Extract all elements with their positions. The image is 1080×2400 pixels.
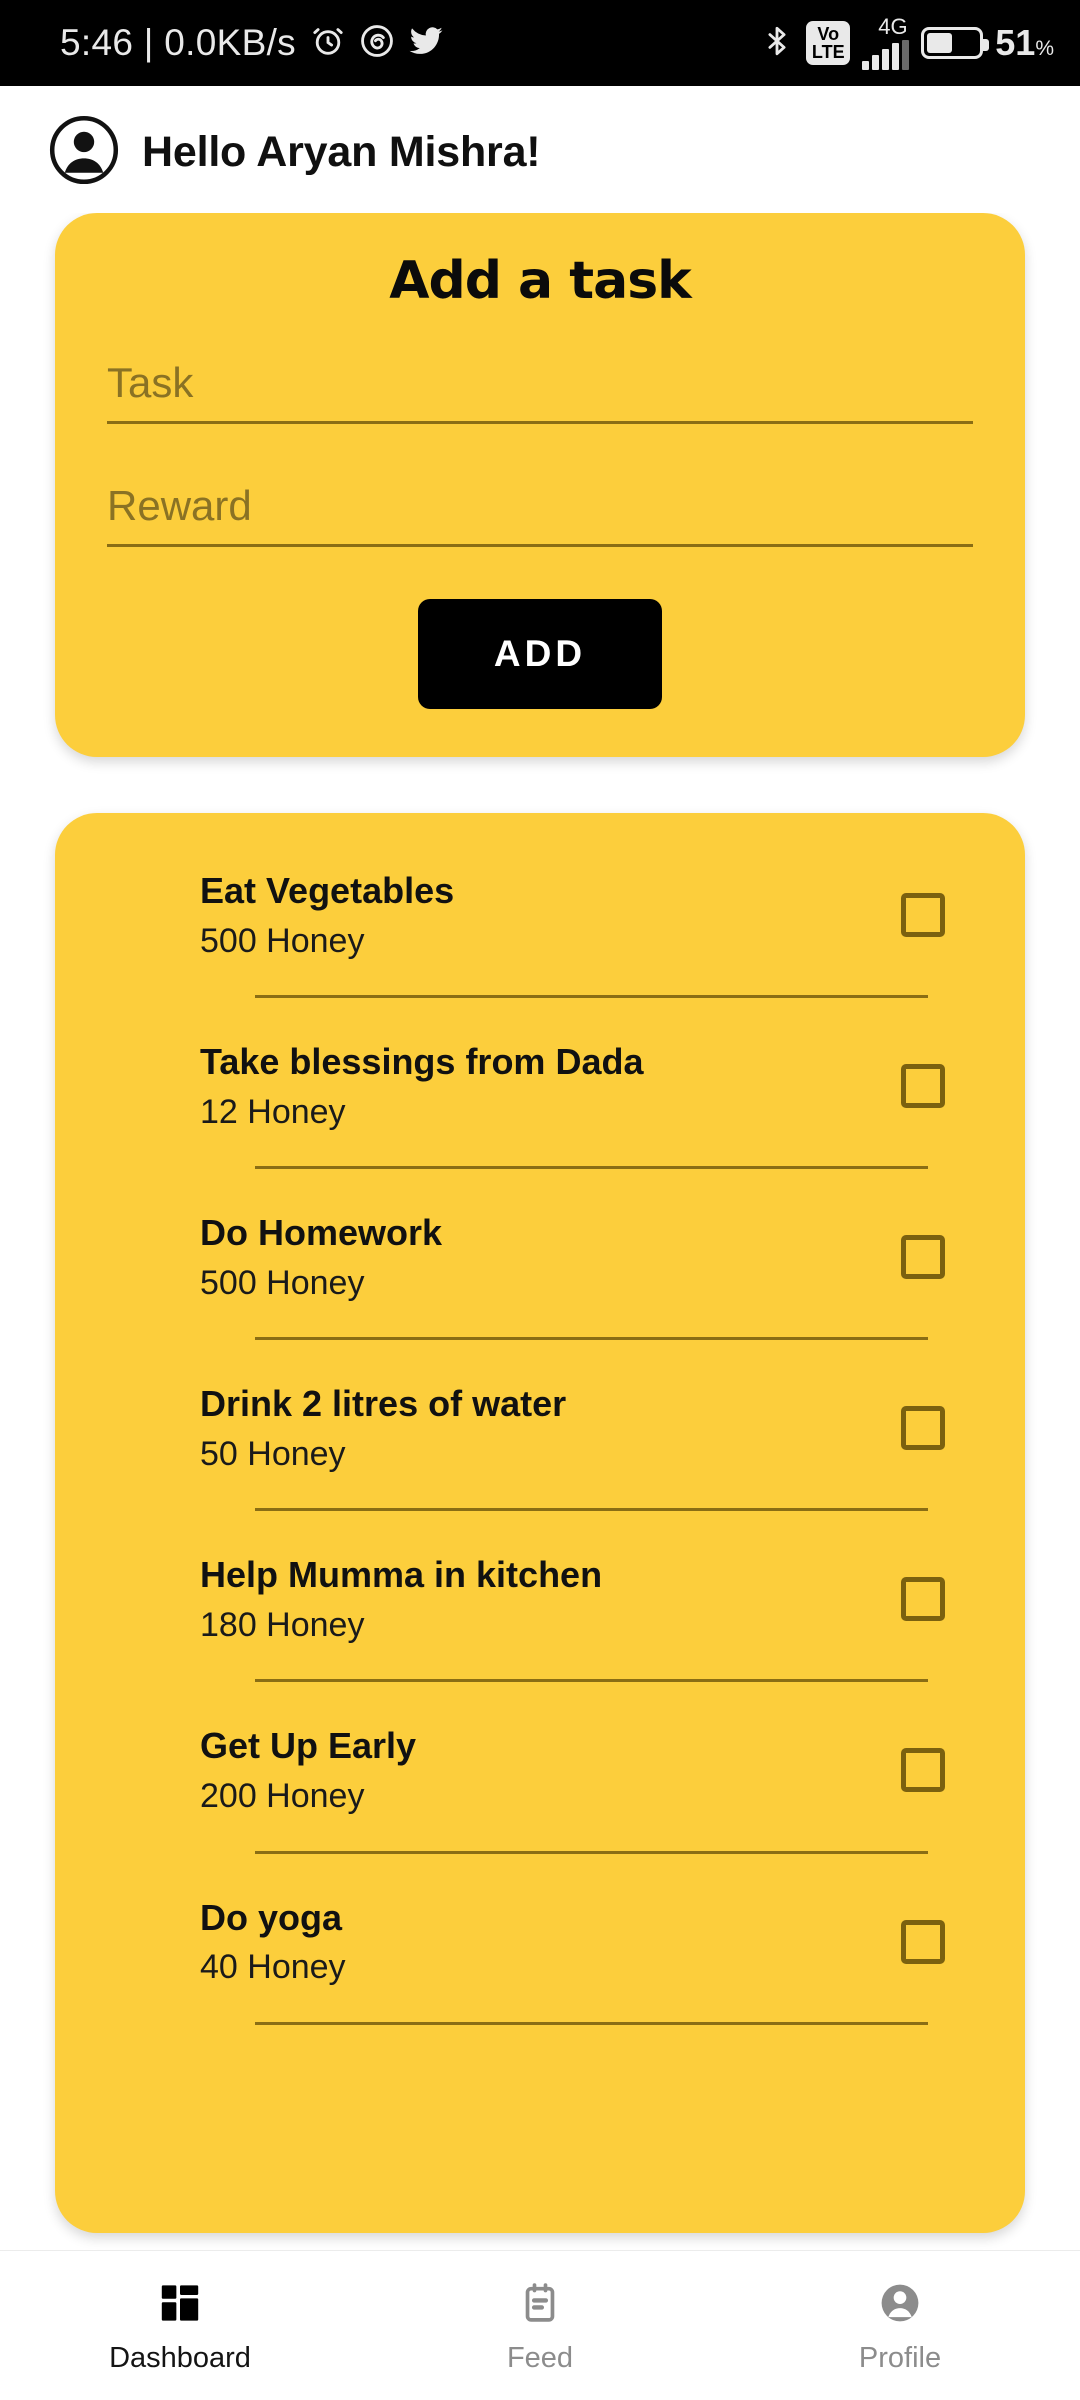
task-row[interactable]: Do Homework 500 Honey — [55, 1209, 1025, 1305]
battery-percent: 51% — [995, 22, 1054, 63]
task-divider — [255, 1508, 928, 1512]
task-checkbox[interactable] — [901, 893, 945, 937]
account-circle-icon[interactable] — [48, 114, 120, 191]
task-field-wrapper — [107, 353, 973, 424]
task-title: Do yoga — [200, 1896, 343, 1938]
task-texts: Get Up Early 200 Honey — [200, 1722, 416, 1818]
volte-badge: Vo LTE — [806, 21, 851, 65]
task-list-card: Eat Vegetables 500 Honey Take blessings fr… — [55, 813, 1025, 2233]
task-divider — [255, 1850, 928, 1854]
alarm-clock-icon — [310, 23, 346, 64]
task-texts: Drink 2 litres of water 50 Honey — [200, 1380, 566, 1476]
task-reward: 40 Honey — [200, 1948, 346, 1987]
add-task-card: Add a task ADD — [55, 213, 1025, 757]
nav-label: Dashboard — [109, 2341, 251, 2374]
app-root: 5:46 | 0.0KB/s Vo LTE 4G 51% Hello Aryan… — [0, 0, 1080, 2400]
task-checkbox[interactable] — [901, 1748, 945, 1793]
task-texts: Do Homework 500 Honey — [200, 1209, 442, 1305]
task-checkbox[interactable] — [901, 1064, 945, 1109]
feed-note-icon — [518, 2277, 562, 2329]
bottom-navigation: Dashboard Feed Profile — [0, 2250, 1080, 2400]
greeting-header: Hello Aryan Mishra! — [0, 86, 1080, 213]
task-title: Get Up Early — [200, 1725, 417, 1767]
task-title: Take blessings from Dada — [200, 1041, 644, 1083]
status-bar-left: 5:46 | 0.0KB/s — [60, 22, 444, 64]
volte-bottom-text: LTE — [811, 42, 845, 62]
task-reward: 500 Honey — [200, 921, 365, 960]
task-row[interactable]: Eat Vegetables 500 Honey — [55, 867, 1025, 963]
task-title: Drink 2 litres of water — [200, 1383, 567, 1425]
twitter-icon — [408, 23, 444, 64]
task-input[interactable] — [107, 359, 973, 407]
task-row[interactable]: Do yoga 40 Honey — [55, 1894, 1025, 1990]
task-divider — [255, 2021, 928, 2025]
task-row[interactable]: Help Mumma in kitchen 180 Honey — [55, 1551, 1025, 1647]
add-task-title: Add a task — [389, 251, 691, 311]
task-row[interactable]: Get Up Early 200 Honey — [55, 1722, 1025, 1818]
task-title: Do Homework — [200, 1212, 443, 1254]
status-bar-right: Vo LTE 4G 51% — [760, 16, 1054, 70]
task-reward: 200 Honey — [200, 1777, 365, 1816]
nav-item-feed[interactable]: Feed — [360, 2277, 720, 2375]
task-divider — [255, 995, 928, 999]
page-title: Hello Aryan Mishra! — [142, 128, 541, 176]
task-checkbox[interactable] — [901, 1577, 945, 1622]
nav-label: Feed — [506, 2341, 574, 2374]
task-reward: 180 Honey — [200, 1606, 365, 1645]
task-reward: 500 Honey — [200, 1264, 365, 1303]
task-checkbox[interactable] — [901, 1406, 945, 1451]
task-divider — [255, 1337, 928, 1341]
add-button[interactable]: ADD — [418, 599, 662, 709]
spiral-app-icon — [360, 24, 394, 63]
task-texts: Take blessings from Dada 12 Honey — [200, 1038, 643, 1134]
reward-field-wrapper — [107, 476, 973, 547]
dashboard-grid-icon — [157, 2277, 203, 2329]
task-title: Eat Vegetables — [200, 870, 455, 911]
reward-input[interactable] — [107, 482, 973, 530]
task-divider — [255, 1679, 928, 1683]
profile-person-icon — [877, 2277, 923, 2329]
status-bar: 5:46 | 0.0KB/s Vo LTE 4G 51% — [0, 0, 1080, 86]
task-row[interactable]: Take blessings from Dada 12 Honey — [55, 1038, 1025, 1134]
nav-item-profile[interactable]: Profile — [720, 2277, 1080, 2375]
task-title: Help Mumma in kitchen — [200, 1554, 603, 1596]
task-reward: 50 Honey — [200, 1435, 346, 1474]
task-reward: 12 Honey — [200, 1093, 346, 1131]
task-texts: Eat Vegetables 500 Honey — [200, 867, 454, 963]
task-checkbox[interactable] — [901, 1235, 945, 1280]
status-clock-and-network: 5:46 | 0.0KB/s — [60, 22, 296, 63]
task-divider — [255, 1166, 928, 1170]
add-button-row: ADD — [107, 599, 973, 709]
nav-label: Profile — [858, 2341, 942, 2374]
volte-top-text: Vo — [817, 23, 840, 44]
task-row[interactable]: Drink 2 litres of water 50 Honey — [55, 1380, 1025, 1476]
nav-item-dashboard[interactable]: Dashboard — [0, 2277, 360, 2375]
task-texts: Help Mumma in kitchen 180 Honey — [200, 1551, 602, 1647]
network-type-label: 4G — [878, 14, 908, 39]
task-texts: Do yoga 40 Honey — [200, 1894, 346, 1990]
battery-icon — [921, 27, 990, 59]
signal-bars — [862, 40, 910, 70]
signal-4g-icon: 4G — [862, 14, 910, 70]
main-scroll-area[interactable]: Add a task ADD Eat Vegetables 500 Honey Ta… — [0, 213, 1080, 2250]
task-checkbox[interactable] — [901, 1919, 945, 1964]
bluetooth-icon — [760, 24, 794, 63]
